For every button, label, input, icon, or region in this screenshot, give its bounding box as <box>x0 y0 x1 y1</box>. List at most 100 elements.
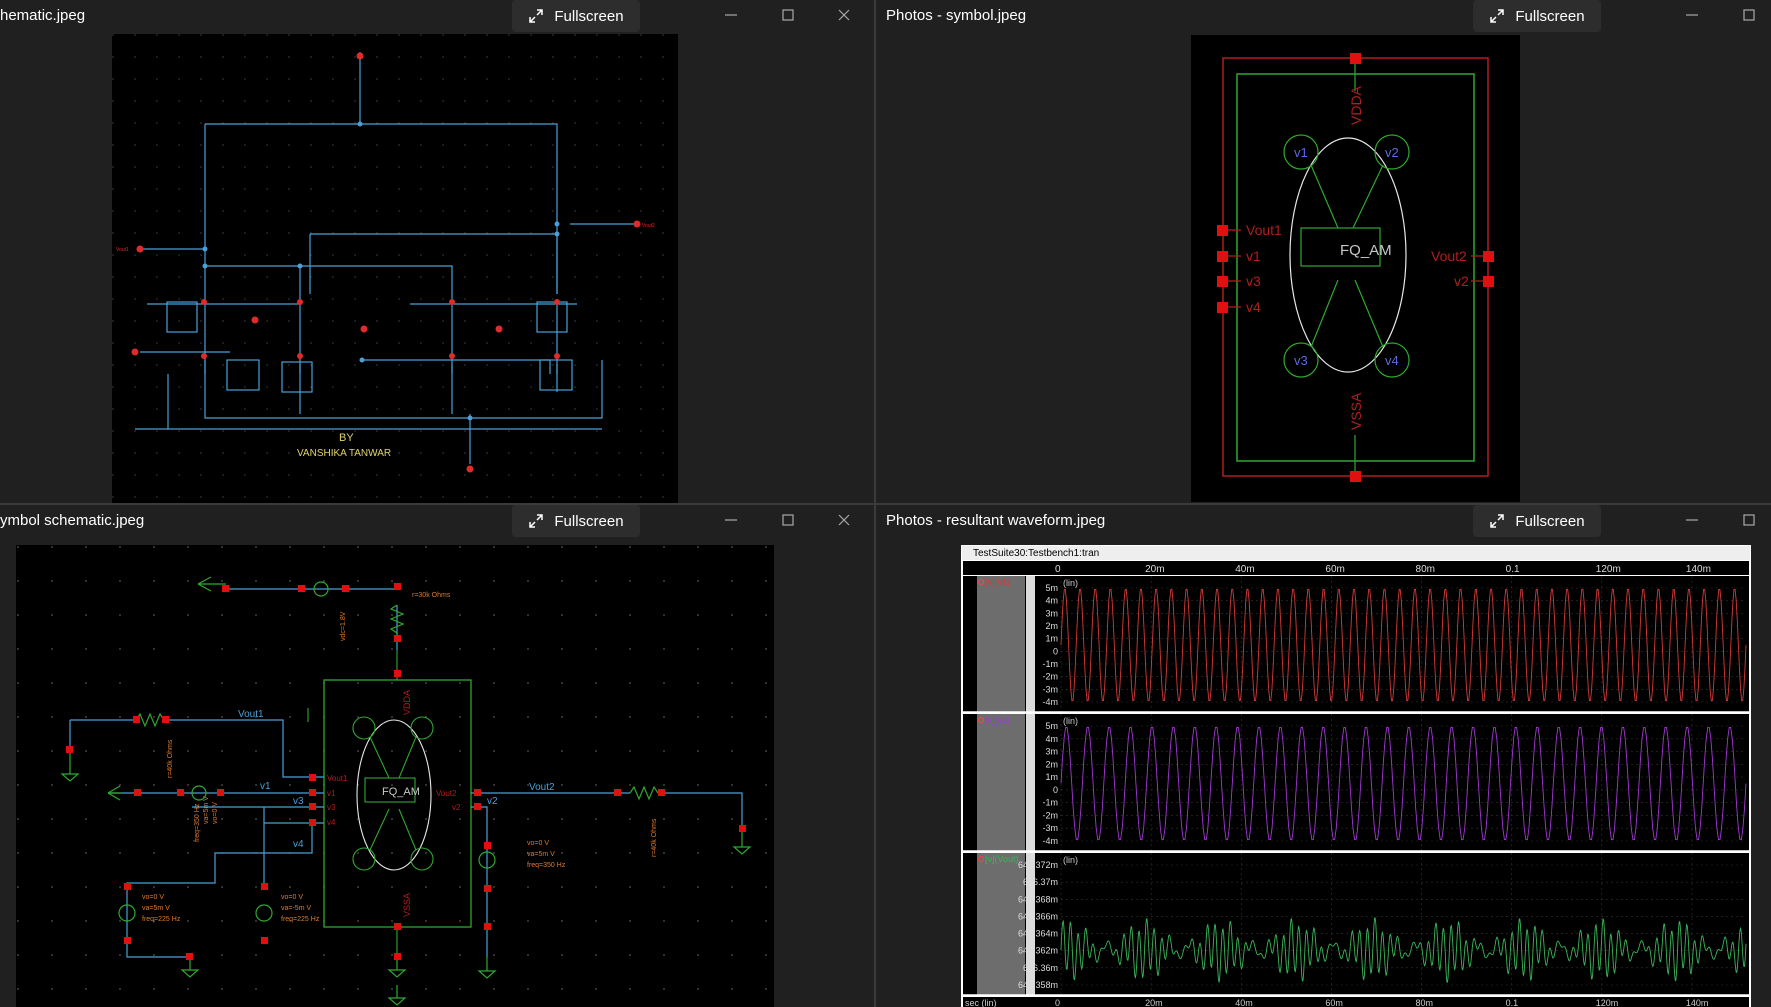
x-tick-label-top: 40m <box>1235 564 1254 575</box>
waveform-panel: [v](v2) (lin) 5m 4m 3m 2m 1m 0 -1m -2m -3m -4m <box>963 714 1749 852</box>
testbench-r-right: r=40k Ohms <box>651 818 658 857</box>
maximize-icon[interactable] <box>1740 511 1758 529</box>
x-tick-label-top: 0 <box>1055 564 1061 575</box>
symbol-node-v2: v2 <box>1385 145 1399 160</box>
testbench-src-v8-va: va=-5m V <box>281 905 311 912</box>
window-title: Photos - symbol.jpeg <box>886 7 1027 24</box>
y-tick-label: -2m <box>1043 810 1059 820</box>
testbench-block-label: FQ_AM <box>382 786 420 798</box>
minimize-icon[interactable] <box>1683 511 1701 529</box>
fullscreen-label: Fullscreen <box>554 512 624 530</box>
testbench-pin-vout1: Vout1 <box>327 774 348 783</box>
testbench-src-v6-freq: freq=350 Hz <box>527 862 566 869</box>
y-tick-label: 5m <box>1045 583 1058 593</box>
signal-label-column <box>977 714 1025 851</box>
panel-scrollbar[interactable] <box>1026 576 1035 712</box>
expand-icon <box>1490 514 1505 528</box>
x-tick-label-bottom: 40m <box>1235 998 1253 1007</box>
fullscreen-button[interactable]: Fullscreen <box>1473 0 1601 32</box>
maximize-icon[interactable] <box>779 6 797 24</box>
symbol-pin-v4: v4 <box>1246 299 1261 315</box>
x-tick-label-bottom: 20m <box>1145 998 1163 1007</box>
y-tick-label: 646.358m <box>1018 980 1058 990</box>
y-tick-label: -2m <box>1043 672 1059 682</box>
close-icon[interactable] <box>835 511 853 529</box>
testbench-src-v7-freq: freq=225 Hz <box>142 916 181 923</box>
testbench-r-left: r=40k Ohms <box>167 739 174 778</box>
maximize-icon[interactable] <box>779 511 797 529</box>
signal-name: [v](v1) <box>985 577 1010 587</box>
testbench-net-vout1: Vout1 <box>238 709 264 720</box>
minimize-icon[interactable] <box>722 511 740 529</box>
symbol-pin-vout2: Vout2 <box>1431 248 1467 264</box>
symbol-vssa-label: VSSA <box>1348 392 1364 430</box>
y-tick-label: 1m <box>1045 772 1058 782</box>
testbench-src-v8-freq: freq=225 Hz <box>281 916 320 923</box>
panel-scrollbar[interactable] <box>1026 714 1035 851</box>
fullscreen-label: Fullscreen <box>1515 512 1585 530</box>
symbol-node-v4: v4 <box>1385 353 1399 368</box>
y-tick-label: 646.372m <box>1018 860 1058 870</box>
minimize-icon[interactable] <box>1683 6 1701 24</box>
y-tick-label: 2m <box>1045 621 1058 631</box>
x-tick-label-top: 60m <box>1325 564 1344 575</box>
scale-label: (lin) <box>1063 716 1078 726</box>
y-tick-label: 3m <box>1045 608 1058 618</box>
x-tick-label-bottom: 140m <box>1686 998 1709 1007</box>
titlebar: hematic.jpeg Fullscreen <box>0 0 874 32</box>
y-tick-label: -4m <box>1043 836 1059 846</box>
fullscreen-button[interactable]: Fullscreen <box>1473 505 1601 537</box>
symbol-pin-vout1: Vout1 <box>1246 222 1282 238</box>
testbench-src-v8-vo: vo=0 V <box>281 894 303 901</box>
testbench-vdc: vdc=1.8V <box>340 611 347 641</box>
x-tick-label-top: 140m <box>1686 564 1711 575</box>
y-tick-label: 646.37m <box>1023 877 1058 887</box>
minimize-icon[interactable] <box>722 6 740 24</box>
y-tick-label: 646.364m <box>1018 929 1058 939</box>
x-tick-label-bottom: 0.1 <box>1506 998 1519 1007</box>
y-tick-label: 646.368m <box>1018 894 1058 904</box>
symbol-image: FQ_AM VDDA VSSA Vout1 v1 v3 v4 Vout2 v2 … <box>1191 35 1520 502</box>
x-tick-label-bottom: 60m <box>1325 998 1343 1007</box>
symbol-pin-v1: v1 <box>1246 248 1261 264</box>
y-tick-label: 4m <box>1045 596 1058 606</box>
testbench-src-v5-vo: vo=0 V <box>212 802 219 824</box>
fullscreen-button[interactable]: Fullscreen <box>512 0 640 32</box>
fullscreen-label: Fullscreen <box>1515 7 1585 25</box>
x-tick-label-top: 80m <box>1416 564 1435 575</box>
x-tick-label-bottom: 80m <box>1416 998 1434 1007</box>
y-tick-label: -4m <box>1043 697 1059 707</box>
maximize-icon[interactable] <box>1740 6 1758 24</box>
fullscreen-label: Fullscreen <box>554 7 624 25</box>
window-title: ymbol schematic.jpeg <box>0 512 145 529</box>
signal-name: [v](v2) <box>985 715 1010 725</box>
waveform-panel: [v](v1) (lin) 5m 4m 3m 2m 1m 0 -1m -2m -3m -4m <box>963 576 1749 713</box>
titlebar: Photos - resultant waveform.jpeg Fullscr… <box>876 505 1771 537</box>
schematic-vout2-label: Vout2 <box>642 223 655 229</box>
testbench-net-v2: v2 <box>487 796 498 807</box>
testbench-src-v6-va: va=5m V <box>527 851 555 858</box>
y-tick-label: -1m <box>1043 798 1059 808</box>
y-tick-label: 1m <box>1045 634 1058 644</box>
y-tick-label: 5m <box>1045 721 1058 731</box>
testbench-net-v4: v4 <box>293 839 304 850</box>
y-tick-label: 2m <box>1045 759 1058 769</box>
testbench-src-v6-vo: vo=0 V <box>527 840 549 847</box>
testbench-net-v1: v1 <box>260 781 271 792</box>
fullscreen-button[interactable]: Fullscreen <box>512 505 640 537</box>
symbol-vdda-label: VDDA <box>1348 85 1364 125</box>
titlebar: ymbol schematic.jpeg Fullscreen <box>0 505 874 537</box>
x-tick-label-bottom: 0 <box>1055 998 1060 1007</box>
x-tick-label-bottom: 120m <box>1596 998 1619 1007</box>
testbench-src-v7-va: va=5m V <box>142 905 170 912</box>
waveform-panel: [v](Vout) (lin) 646.372m 646.37m 646.368m 646… <box>963 853 1749 996</box>
symbol-pin-v3: v3 <box>1246 273 1261 289</box>
panel-scrollbar[interactable] <box>1026 853 1035 995</box>
testbench-src-v7-vo: vo=0 V <box>142 894 164 901</box>
expand-icon <box>1490 9 1505 23</box>
window-waveform: Photos - resultant waveform.jpeg Fullscr… <box>876 505 1771 1007</box>
close-icon[interactable] <box>835 6 853 24</box>
testbench-pin-vout2: Vout2 <box>436 789 457 798</box>
signal-label-column <box>977 576 1025 712</box>
y-tick-label: 646.362m <box>1018 946 1058 956</box>
